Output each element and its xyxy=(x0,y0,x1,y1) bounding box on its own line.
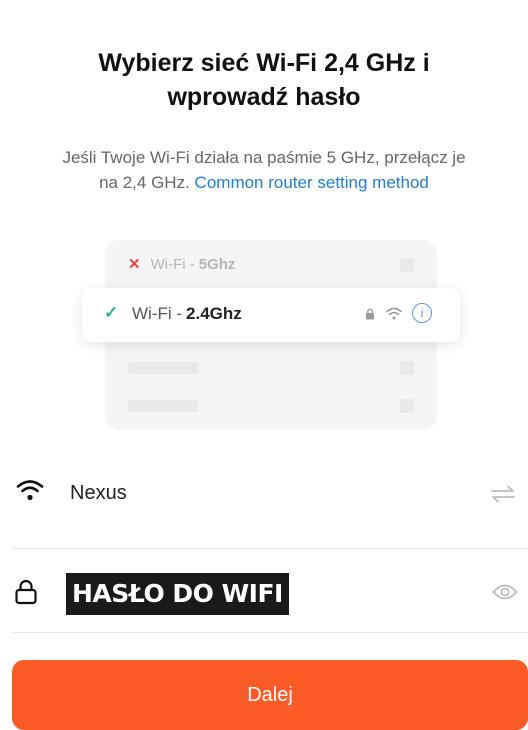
illustration-5ghz-band: 5Ghz xyxy=(198,255,236,273)
swap-icon[interactable] xyxy=(490,484,516,504)
placeholder-bar xyxy=(128,362,198,374)
wifi-ssid-field[interactable]: Nexus xyxy=(70,482,127,505)
divider xyxy=(12,548,528,549)
illustration-24ghz-label: Wi-Fi -2.4Ghz xyxy=(132,304,242,324)
subtitle-line2: na 2,4 GHz. Common router setting method xyxy=(0,170,528,195)
subtitle-line2-text: na 2,4 GHz. xyxy=(99,173,190,192)
page-subtitle: Jeśli Twoje Wi-Fi działa na paśmie 5 GHz… xyxy=(0,145,528,195)
page-title-line1: Wybierz sieć Wi-Fi 2,4 GHz i xyxy=(98,49,430,77)
illustration-5ghz-prefix: Wi-Fi - xyxy=(150,255,195,273)
lock-small-icon xyxy=(366,308,374,320)
subtitle-line1: Jeśli Twoje Wi-Fi działa na paśmie 5 GHz… xyxy=(62,148,466,167)
info-icon[interactable]: i xyxy=(412,303,432,323)
wifi-small-icon xyxy=(386,307,402,320)
illustration-row-24ghz: ✓ Wi-Fi -2.4Ghz i xyxy=(82,288,460,342)
illustration-row-5ghz: ✕ Wi-Fi - 5Ghz xyxy=(128,254,235,274)
placeholder-square xyxy=(400,361,414,375)
illustration-24ghz-band: 2.4Ghz xyxy=(186,304,242,323)
placeholder-square xyxy=(400,399,414,413)
lock-icon xyxy=(15,579,37,605)
page-title: Wybierz sieć Wi-Fi 2,4 GHz i wprowadź ha… xyxy=(0,46,528,114)
router-setting-link[interactable]: Common router setting method xyxy=(195,173,429,192)
wifi-icon xyxy=(16,480,44,501)
x-icon: ✕ xyxy=(128,256,141,273)
page-title-line2: wprowadź hasło xyxy=(167,83,361,111)
password-field[interactable]: HASŁO DO WIFI xyxy=(66,573,289,615)
divider xyxy=(12,632,528,633)
placeholder-square xyxy=(400,258,414,272)
placeholder-bar xyxy=(128,400,198,412)
check-icon: ✓ xyxy=(104,303,119,322)
illustration-24ghz-prefix: Wi-Fi - xyxy=(132,304,183,323)
eye-icon[interactable] xyxy=(492,583,518,601)
